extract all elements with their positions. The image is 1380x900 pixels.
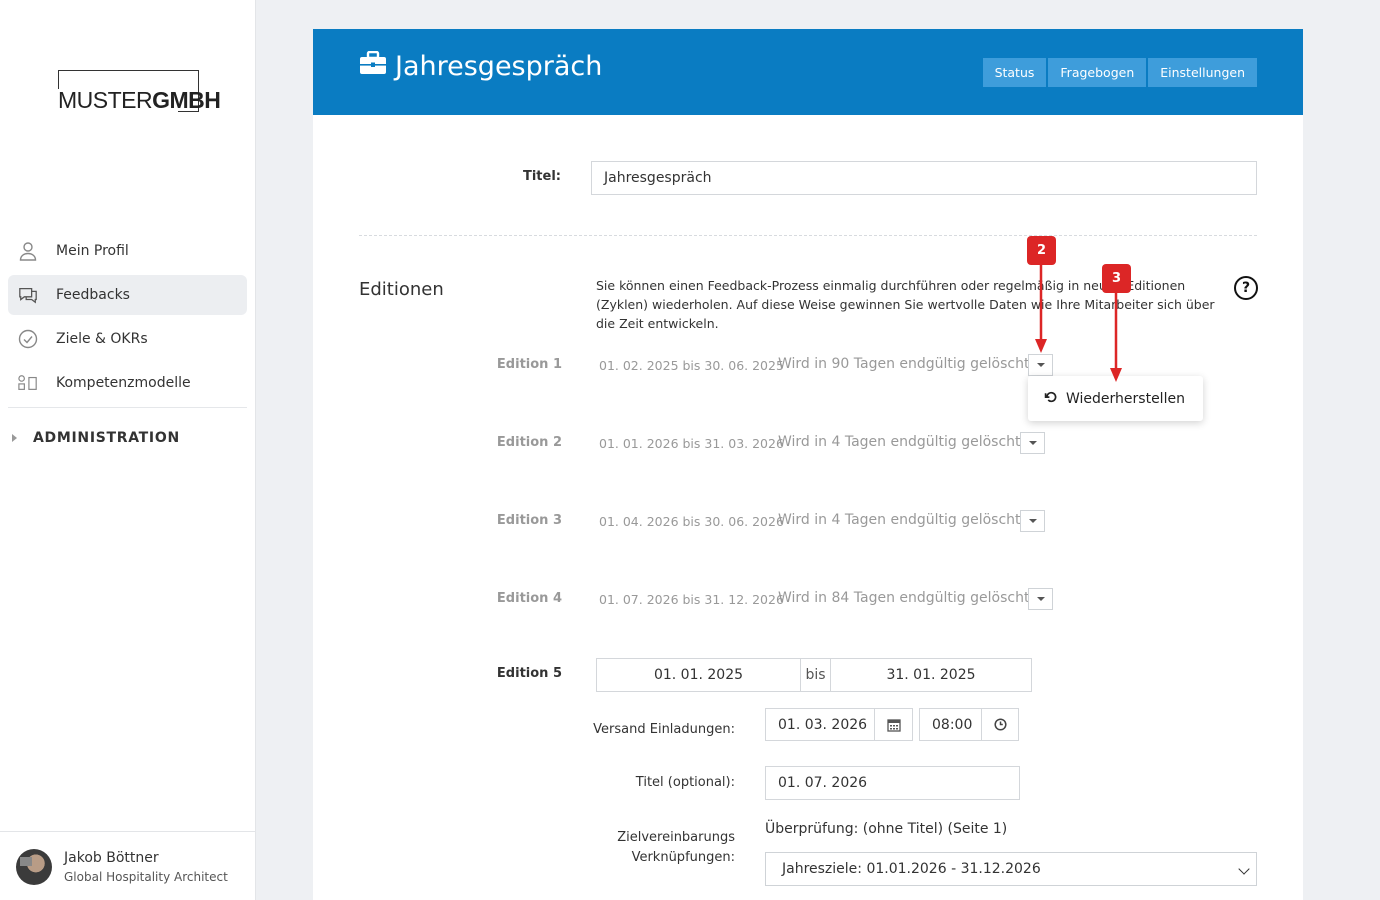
edition-status: Wird in 4 Tagen endgültig gelöscht xyxy=(778,434,1021,450)
edition-2-dropdown-toggle[interactable] xyxy=(1020,432,1045,454)
main-nav: Mein Profil Feedbacks Ziele & OKRs Kompe… xyxy=(8,231,247,407)
edition-status: Wird in 90 Tagen endgültig gelöscht xyxy=(778,356,1030,372)
edition-dates: 01. 04. 2026 bis 30. 06. 2026 xyxy=(599,514,784,529)
sidebar-item-ziele-okrs[interactable]: Ziele & OKRs xyxy=(8,319,247,359)
help-icon[interactable]: ? xyxy=(1234,276,1258,300)
chevron-down-icon xyxy=(1238,863,1250,875)
edition-label: Edition 4 xyxy=(496,591,562,606)
title-label: Titel: xyxy=(522,169,561,184)
card-header: Jahresgespräch Status Fragebogen Einstel… xyxy=(313,29,1303,115)
goals-label-line-1: Zielvereinbarungs xyxy=(617,830,735,845)
edition-1-dropdown-toggle[interactable] xyxy=(1028,354,1053,376)
edition-dates: 01. 01. 2026 bis 31. 03. 2026 xyxy=(599,436,784,451)
goals-link-info: Überprüfung: (ohne Titel) (Seite 1) xyxy=(765,821,1008,837)
calendar-icon[interactable] xyxy=(874,708,913,741)
model-icon xyxy=(18,373,38,393)
title-input[interactable]: Jahresgespräch xyxy=(591,161,1257,195)
invite-time-input[interactable]: 08:00 xyxy=(919,708,982,741)
logo-text: MUSTERGMBH xyxy=(58,87,221,113)
dropdown-item-label: Wiederherstellen xyxy=(1066,390,1185,407)
goals-label-line-2: Verknüpfungen: xyxy=(631,850,735,865)
edition-dates: 01. 07. 2026 bis 31. 12. 2026 xyxy=(599,592,784,607)
sidebar-item-administration[interactable]: ADMINISTRATION xyxy=(12,428,180,448)
chat-icon xyxy=(18,285,38,305)
sidebar-item-label: Mein Profil xyxy=(56,243,129,259)
company-logo[interactable]: MUSTERGMBH xyxy=(58,70,221,112)
status-button[interactable]: Status xyxy=(982,58,1047,87)
edition-dates: 01. 02. 2025 bis 30. 06. 2025 xyxy=(599,358,784,373)
goals-link-label: Zielvereinbarungs Verknüpfungen: xyxy=(553,828,735,868)
page-title: Jahresgespräch xyxy=(359,50,603,82)
sidebar-item-label: Feedbacks xyxy=(56,287,130,303)
avatar xyxy=(16,849,52,885)
invite-date-input[interactable]: 01. 03. 2026 xyxy=(765,708,875,741)
section-title: Editionen xyxy=(359,279,444,300)
goals-select-value: Jahresziele: 01.01.2026 - 31.12.2026 xyxy=(782,861,1041,877)
user-profile[interactable]: Jakob Böttner Global Hospitality Archite… xyxy=(0,831,255,900)
check-circle-icon xyxy=(18,329,38,349)
clock-icon[interactable] xyxy=(981,708,1019,741)
end-date-input[interactable]: 31. 01. 2025 xyxy=(831,659,1031,691)
edition-label: Edition 3 xyxy=(496,513,562,528)
edition-5-date-range: 01. 01. 2025 bis 31. 01. 2025 xyxy=(596,658,1032,692)
edition-title-input[interactable]: 01. 07. 2026 xyxy=(765,766,1020,800)
invite-label: Versand Einladungen: xyxy=(593,722,735,737)
edition-title-label: Titel (optional): xyxy=(635,775,735,790)
divider xyxy=(359,235,1257,236)
nav-divider xyxy=(8,407,247,408)
edition-label: Edition 1 xyxy=(496,357,562,372)
briefcase-icon xyxy=(359,50,395,82)
undo-icon xyxy=(1044,390,1066,408)
fragebogen-button[interactable]: Fragebogen xyxy=(1048,58,1147,87)
edition-label: Edition 2 xyxy=(496,435,562,450)
feedback-card: Jahresgespräch Status Fragebogen Einstel… xyxy=(313,29,1303,900)
header-actions: Status Fragebogen Einstellungen xyxy=(981,58,1257,87)
admin-label: ADMINISTRATION xyxy=(33,430,180,446)
einstellungen-button[interactable]: Einstellungen xyxy=(1148,58,1257,87)
user-name: Jakob Böttner xyxy=(64,850,159,866)
sidebar: MUSTERGMBH Mein Profil Feedbacks Ziele &… xyxy=(0,0,256,900)
annotation-badge-3: 3 xyxy=(1102,264,1131,293)
range-separator: bis xyxy=(800,659,831,691)
sidebar-item-label: Ziele & OKRs xyxy=(56,331,148,347)
start-date-input[interactable]: 01. 01. 2025 xyxy=(597,659,800,691)
edition-status: Wird in 4 Tagen endgültig gelöscht xyxy=(778,512,1021,528)
user-icon xyxy=(18,241,38,261)
page-title-text: Jahresgespräch xyxy=(395,51,603,82)
annotation-badge-2: 2 xyxy=(1027,236,1056,265)
sidebar-item-kompetenzmodelle[interactable]: Kompetenzmodelle xyxy=(8,363,247,403)
goals-select[interactable]: Jahresziele: 01.01.2026 - 31.12.2026 xyxy=(765,852,1257,886)
edition-3-dropdown-toggle[interactable] xyxy=(1020,510,1045,532)
caret-right-icon xyxy=(12,434,17,442)
sidebar-item-mein-profil[interactable]: Mein Profil xyxy=(8,231,247,271)
user-role: Global Hospitality Architect xyxy=(64,870,228,884)
edition-label: Edition 5 xyxy=(496,666,562,681)
sidebar-item-feedbacks[interactable]: Feedbacks xyxy=(8,275,247,315)
edition-status: Wird in 84 Tagen endgültig gelöscht xyxy=(778,590,1030,606)
edition-4-dropdown-toggle[interactable] xyxy=(1028,588,1053,610)
dropdown-menu-item-wiederherstellen[interactable]: Wiederherstellen xyxy=(1028,376,1203,421)
sidebar-item-label: Kompetenzmodelle xyxy=(56,375,191,391)
